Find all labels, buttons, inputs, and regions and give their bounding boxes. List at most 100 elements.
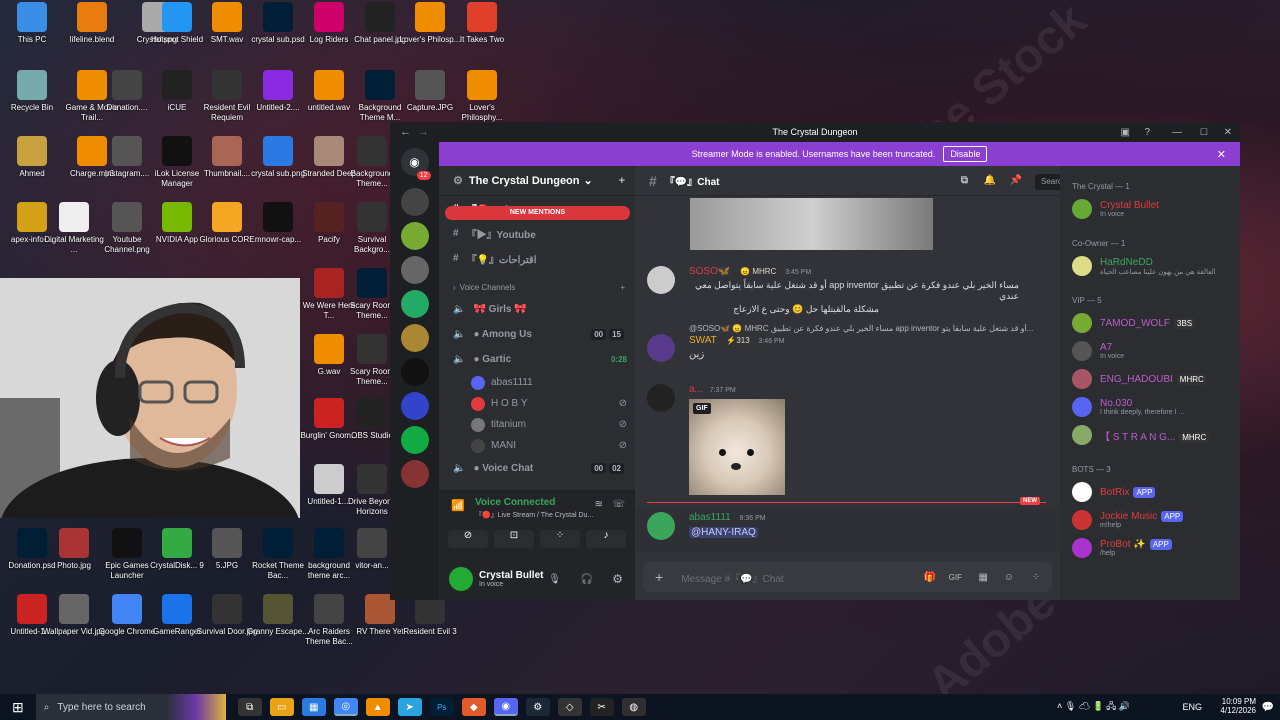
member-item[interactable]: ENG_HADOUBI MHRC xyxy=(1060,365,1240,393)
back-arrow-icon[interactable]: ← xyxy=(400,126,411,138)
forward-arrow-icon[interactable]: → xyxy=(418,126,429,138)
member-item[interactable]: A7 In voice xyxy=(1060,337,1240,365)
message-author[interactable]: SOSO🦋 xyxy=(689,266,730,277)
avatar[interactable] xyxy=(449,567,473,591)
server-header[interactable]: ⚙ The Crystal Dungeon ⌄ + xyxy=(439,166,635,196)
language-indicator[interactable]: ENG xyxy=(1182,702,1202,712)
telegram-icon[interactable]: ➤ xyxy=(397,698,422,716)
screen-share-icon[interactable]: ⊡ xyxy=(494,530,534,548)
add-channel-icon[interactable]: + xyxy=(620,283,625,292)
desktop-icon[interactable]: It Takes Two xyxy=(450,2,514,45)
desktop-icon[interactable]: Lover's Philosphy... xyxy=(450,70,514,123)
camera-off-icon[interactable]: ⊘ xyxy=(448,530,488,548)
voice-channel-name[interactable]: 『🔴』Live Stream / The Crystal Du... xyxy=(475,510,625,520)
message-author[interactable]: abas1111 xyxy=(689,512,731,523)
headphones-icon[interactable]: 🎧 xyxy=(581,574,593,585)
soundboard-icon[interactable]: ♪ xyxy=(586,530,626,548)
message-input[interactable]: Message #『💬』Chat xyxy=(681,570,784,585)
steam-icon[interactable]: ⚙ xyxy=(525,698,550,716)
banner-close-icon[interactable]: ✕ xyxy=(1217,148,1226,161)
server-icon[interactable] xyxy=(400,256,429,284)
member-item[interactable]: Crystal Bullet In voice xyxy=(1060,195,1240,223)
discord-taskbar-icon[interactable]: ◉ xyxy=(493,698,518,716)
file-explorer-icon[interactable]: ▭ xyxy=(269,698,294,716)
desktop-icon[interactable]: G.wav xyxy=(297,334,361,377)
member-item[interactable]: No.030 I think deeply, therefore I ... xyxy=(1060,393,1240,421)
message-author[interactable]: SWAT xyxy=(689,335,717,346)
bell-icon[interactable]: 🔔 xyxy=(984,175,996,186)
desktop-icon[interactable]: Ahmed xyxy=(0,136,64,179)
photoshop-icon[interactable]: Ps xyxy=(429,698,454,716)
signal-icon[interactable]: 📶 xyxy=(451,499,465,512)
store-icon[interactable]: ▦ xyxy=(301,698,326,716)
inbox-icon[interactable]: ▣ xyxy=(1121,127,1130,138)
noise-suppression-icon[interactable]: ≋ xyxy=(595,499,603,510)
discord-home-icon[interactable]: ◉ 12 xyxy=(400,148,431,180)
new-mentions-pill[interactable]: NEW MENTIONS xyxy=(445,206,630,220)
brave-icon[interactable]: ◆ xyxy=(461,698,486,716)
channel-girls[interactable]: 🔈 🎀 Girls 🎀 xyxy=(439,297,635,322)
voice-user[interactable]: titanium ⊘ xyxy=(439,414,635,435)
add-friend-icon[interactable]: + xyxy=(619,175,625,187)
task-view-icon[interactable]: ⧉ xyxy=(237,698,262,716)
channel-youtube[interactable]: # 『▶』Youtube xyxy=(439,221,635,246)
message-author[interactable]: a... xyxy=(689,384,703,395)
windows-start-icon[interactable]: ⊞ xyxy=(12,699,24,716)
server-icon[interactable] xyxy=(400,426,429,454)
avatar[interactable] xyxy=(647,512,675,540)
threads-icon[interactable]: ⧉ xyxy=(961,175,968,186)
message-composer[interactable]: + Message #『💬』Chat 🎁 GIF ▦ ☺ ⁘ xyxy=(643,562,1052,592)
server-crystal-dungeon[interactable] xyxy=(400,188,429,216)
member-item[interactable]: BotRix APP xyxy=(1060,478,1240,506)
member-item[interactable]: ProBot ✨ APP/help xyxy=(1060,534,1240,562)
emoji-icon[interactable]: ☺ xyxy=(1004,572,1014,583)
activities-icon[interactable]: ⁘ xyxy=(540,530,580,548)
gift-icon[interactable]: 🎁 xyxy=(924,572,936,583)
avatar[interactable] xyxy=(647,266,675,294)
disconnect-icon[interactable]: ☏ xyxy=(612,499,625,510)
taskbar-search[interactable]: ⌕ Type here to search xyxy=(35,694,226,720)
channel-among-us[interactable]: 🔈 ● Among Us 00 15 xyxy=(439,322,635,347)
member-item[interactable]: 【 S T R A N G... MHRC xyxy=(1060,421,1240,449)
disable-button[interactable]: Disable xyxy=(943,146,988,162)
app-icon[interactable]: ◇ xyxy=(557,698,582,716)
voice-user[interactable]: H O B Y ⊘ xyxy=(439,393,635,414)
close-icon[interactable]: ✕ xyxy=(1224,127,1232,138)
microphone-icon[interactable]: 🎙 xyxy=(548,574,561,585)
desktop-icon[interactable]: lifeline.blend xyxy=(60,2,124,45)
reply-preview[interactable]: @SOSO🦋 😠 MHRC مساء الخير بلي عندو فكرة ع… xyxy=(689,324,1069,333)
settings-icon[interactable]: ⚙ xyxy=(612,572,623,586)
desktop-icon[interactable]: Resident Evil 3 xyxy=(398,594,462,637)
vlc-icon[interactable]: ▲ xyxy=(365,698,390,716)
apps-icon[interactable]: ⁘ xyxy=(1032,572,1040,583)
avatar[interactable] xyxy=(647,384,675,412)
gif-attachment[interactable]: GIF xyxy=(689,399,785,495)
desktop-icon[interactable]: Recycle Bin xyxy=(0,70,64,113)
obs-icon[interactable]: ◍ xyxy=(621,698,646,716)
member-item[interactable]: HaRdNeDD العالقة هي من يهون علينا مصاعب ا… xyxy=(1060,252,1240,280)
server-icon[interactable] xyxy=(400,392,429,420)
server-icon[interactable] xyxy=(400,324,429,352)
voice-user[interactable]: MANI ⊘ xyxy=(439,435,635,456)
minimize-icon[interactable]: — xyxy=(1172,127,1182,138)
clock[interactable]: 10:09 PM 4/12/2026 xyxy=(1220,697,1256,715)
gif-picker-icon[interactable]: GIF xyxy=(949,573,962,582)
avatar[interactable] xyxy=(647,334,675,362)
add-attachment-icon[interactable]: + xyxy=(655,569,663,585)
image-attachment[interactable] xyxy=(690,198,933,250)
maximize-icon[interactable]: ☐ xyxy=(1200,127,1208,138)
channel-voice-chat[interactable]: 🔈 ● Voice Chat 00 02 xyxy=(439,456,635,481)
desktop-icon[interactable]: This PC xyxy=(0,2,64,45)
capcut-icon[interactable]: ✂ xyxy=(589,698,614,716)
channel-suggestions[interactable]: # 『💡』اقتراحات xyxy=(439,246,635,271)
notification-icon[interactable]: 💬 xyxy=(1262,702,1274,713)
server-icon[interactable] xyxy=(400,358,429,386)
server-icon[interactable] xyxy=(400,222,429,250)
server-icon[interactable] xyxy=(400,290,429,318)
member-item[interactable]: 7AMOD_WOLF 3BS xyxy=(1060,309,1240,337)
sticker-icon[interactable]: ▦ xyxy=(979,572,988,583)
voice-user[interactable]: abas1111 xyxy=(439,372,635,393)
server-icon[interactable] xyxy=(400,460,429,488)
pin-icon[interactable]: 📌 xyxy=(1010,175,1022,186)
voice-channels-header[interactable]: › Voice Channels + xyxy=(439,277,635,297)
